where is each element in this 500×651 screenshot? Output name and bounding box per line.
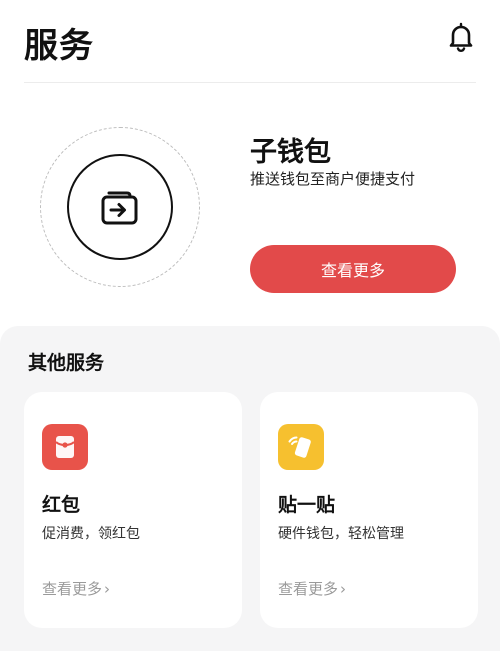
card-title: 贴一贴 <box>278 494 336 516</box>
red-packet-icon <box>42 424 88 470</box>
wallet-transfer-icon <box>101 191 138 225</box>
chevron-right-icon: › <box>104 579 111 598</box>
card-title: 红包 <box>42 494 81 516</box>
nfc-card-tap-icon <box>278 424 324 470</box>
bell-icon[interactable] <box>444 20 478 54</box>
red-packet-card[interactable]: 红包 促消费，领红包 查看更多 › <box>24 392 242 628</box>
tap-card[interactable]: 贴一贴 硬件钱包，轻松管理 查看更多 › <box>260 392 478 628</box>
link-label: 查看更多 <box>42 580 103 598</box>
hero-subtitle: 推送钱包至商户便捷支付 <box>250 170 416 188</box>
other-services-section: 其他服务 红包 促消费，领红包 查看更多 › 贴一贴 硬件钱包，轻松管理 查看更… <box>0 326 500 651</box>
chevron-right-icon: › <box>340 579 347 598</box>
hero-icon-circle <box>67 154 173 260</box>
header-divider <box>24 82 476 83</box>
section-title: 其他服务 <box>28 352 105 374</box>
page-title: 服务 <box>24 26 94 66</box>
link-label: 查看更多 <box>278 580 339 598</box>
card-subtitle: 硬件钱包，轻松管理 <box>278 526 404 542</box>
card-subtitle: 促消费，领红包 <box>42 526 140 542</box>
view-more-button[interactable]: 查看更多 <box>250 245 456 293</box>
hero-title: 子钱包 <box>250 137 331 168</box>
header: 服务 <box>0 0 500 83</box>
card-view-more-link[interactable]: 查看更多 › <box>42 578 110 599</box>
card-view-more-link[interactable]: 查看更多 › <box>278 578 346 599</box>
